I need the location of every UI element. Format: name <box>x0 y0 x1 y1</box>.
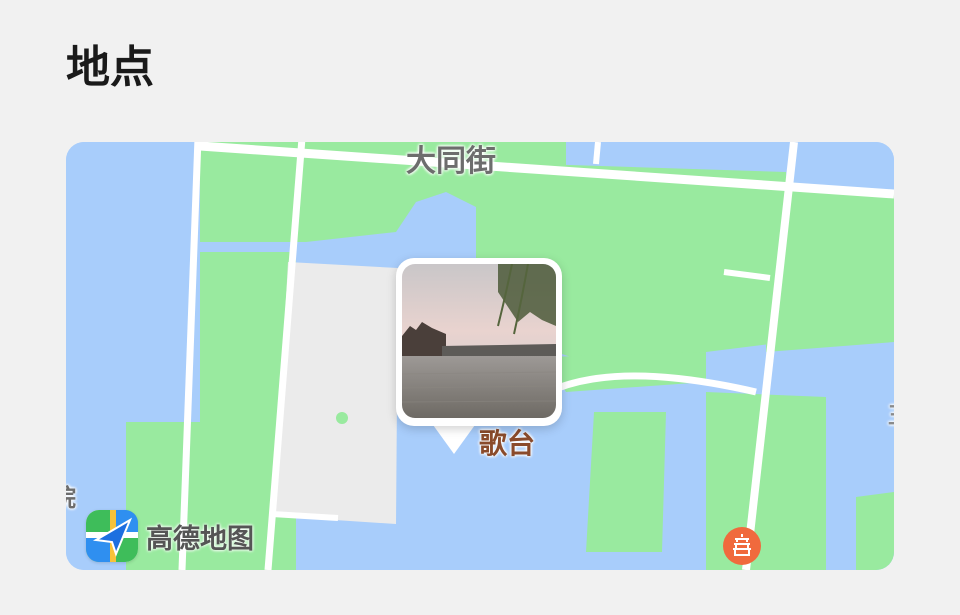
amap-logo-icon <box>86 510 138 562</box>
photo-location-pin[interactable] <box>396 258 562 426</box>
section-title: 地点 <box>66 42 154 93</box>
edge-place-label-right: 王 <box>888 398 894 430</box>
photo-thumbnail-icon <box>402 264 556 418</box>
pagoda-marker-icon[interactable] <box>722 526 762 570</box>
location-map[interactable]: 大同街 院 王 歌台 <box>66 142 894 570</box>
street-label: 大同街 <box>406 144 496 179</box>
poi-label: 歌台 <box>479 427 536 460</box>
map-provider-attribution[interactable]: 高德地图 <box>86 510 254 562</box>
edge-place-label: 院 <box>66 478 76 513</box>
map-provider-name: 高德地图 <box>146 523 254 555</box>
